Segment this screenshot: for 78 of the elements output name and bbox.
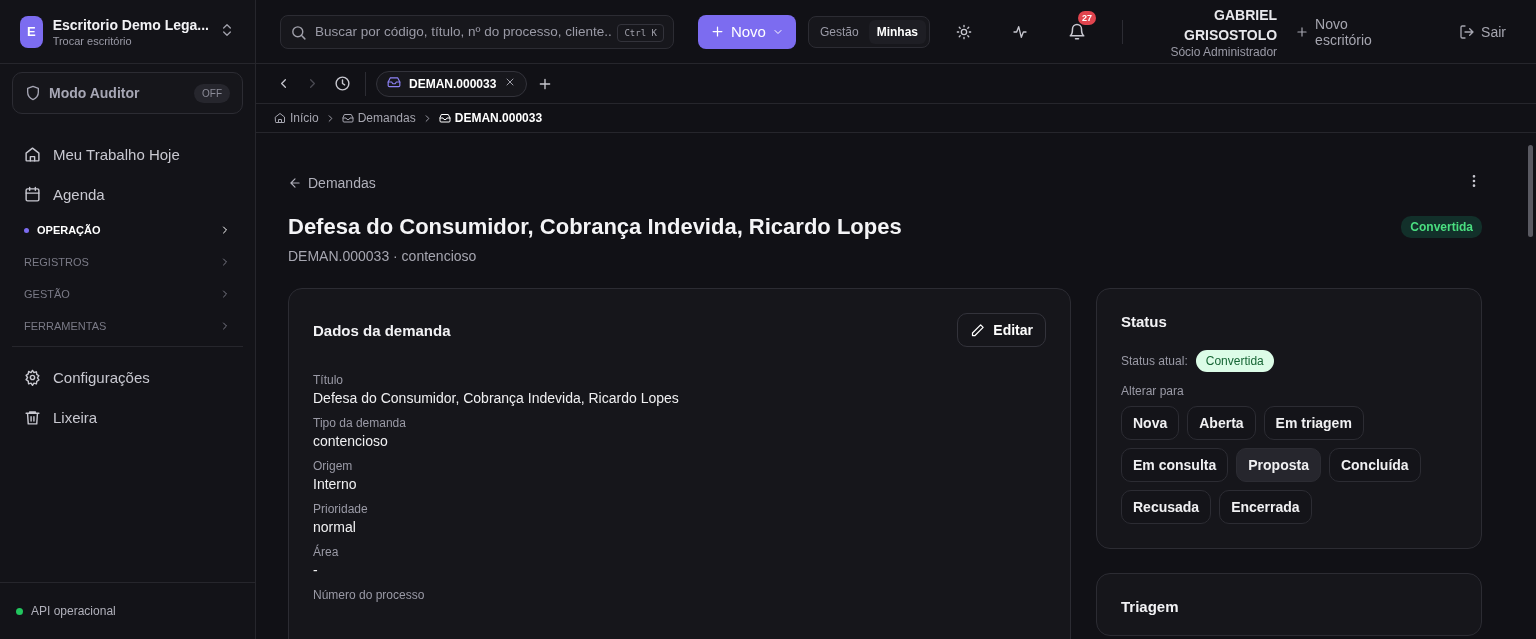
field-label: Prioridade	[313, 502, 369, 516]
status-option-button[interactable]: Aberta	[1187, 406, 1256, 440]
calendar-icon	[24, 185, 41, 203]
home-icon	[24, 145, 41, 163]
breadcrumb-link[interactable]: Início	[274, 111, 319, 125]
field-value: normal	[313, 519, 357, 535]
logout-icon	[1459, 23, 1476, 40]
status-option-button[interactable]: Encerrada	[1219, 490, 1312, 524]
toggle-switch[interactable]: OFF	[194, 83, 230, 103]
status-option-button[interactable]: Concluída	[1328, 448, 1421, 482]
pencil-icon	[970, 322, 986, 338]
field-label: Tipo da demanda	[313, 416, 407, 430]
scope-tab[interactable]: Gestão	[811, 19, 867, 44]
trash-icon	[24, 408, 41, 426]
auditor-mode-toggle[interactable]: Modo Auditor OFF	[12, 72, 243, 114]
user-name: GABRIEL GRISOSTOLO	[1183, 5, 1278, 45]
current-status-label: Status atual:	[1121, 354, 1188, 368]
inbox-icon	[387, 75, 401, 89]
card-title: Status	[1121, 313, 1168, 330]
status-option-button[interactable]: Em consulta	[1121, 448, 1229, 482]
page-title: Defesa do Consumidor, Cobrança Indevida, Ricardo Lopes	[288, 214, 902, 240]
field-label: Origem	[313, 459, 354, 473]
inbox-icon	[438, 112, 451, 124]
nav-section[interactable]: REGISTROS	[12, 246, 243, 278]
api-status-text: API operacional	[31, 604, 116, 618]
new-button[interactable]: Novo	[697, 14, 796, 49]
field-label: Área	[313, 545, 340, 559]
pulse-icon	[1012, 23, 1028, 40]
plus-icon	[709, 24, 725, 39]
sun-icon	[956, 23, 972, 40]
inbox-icon	[341, 112, 354, 124]
arrow-left-icon	[288, 175, 302, 190]
notification-count: 27	[1078, 10, 1096, 25]
nav-section[interactable]: GESTÃO	[12, 278, 243, 310]
org-name[interactable]: Escritorio Demo Lega...	[52, 16, 209, 33]
field-label: Número do processo	[313, 588, 426, 602]
change-status-label: Alterar para	[1121, 384, 1185, 398]
field-value: -	[313, 562, 319, 578]
logout-button[interactable]: Sair	[1453, 22, 1512, 41]
shortcut-hint: Ctrl K	[617, 23, 664, 42]
scope-tab[interactable]: Minhas	[868, 19, 926, 44]
switch-org-text[interactable]: Trocar escritório	[52, 34, 209, 47]
org-avatar[interactable]: E	[20, 15, 43, 48]
document-tab[interactable]: DEMAN.000033	[376, 70, 528, 97]
plus-icon	[1295, 24, 1310, 39]
status-option-button[interactable]: Nova	[1121, 406, 1180, 440]
status-badge: Convertida	[1401, 216, 1482, 238]
edit-button[interactable]: Editar	[957, 313, 1046, 347]
gear-icon	[24, 368, 41, 386]
card-title: Dados da demanda	[313, 321, 451, 339]
new-office-button[interactable]: Novo escritório	[1289, 14, 1392, 49]
home-icon	[274, 112, 286, 124]
field-value: contencioso	[313, 433, 389, 449]
nav-link[interactable]: Lixeira	[12, 397, 243, 437]
nav-link[interactable]: Meu Trabalho Hoje	[12, 134, 243, 174]
shield-icon	[25, 85, 41, 101]
current-status-badge: Convertida	[1195, 350, 1274, 372]
status-option-button[interactable]: Em triagem	[1263, 406, 1364, 440]
bell-icon	[1068, 22, 1086, 41]
field-value: Interno	[313, 476, 358, 492]
field-label: Título	[313, 373, 344, 387]
scrollbar-thumb[interactable]	[1527, 145, 1533, 237]
status-option-button[interactable]: Proposta	[1236, 448, 1321, 482]
field-value: Defesa do Consumidor, Cobrança Indevida, Ricardo Lopes	[313, 390, 680, 406]
nav-link[interactable]: Agenda	[12, 174, 243, 214]
nav-section[interactable]: OPERAÇÃO	[12, 214, 243, 246]
breadcrumb-link[interactable]: Demandas	[341, 111, 416, 125]
nav-link[interactable]: Configurações	[12, 357, 243, 397]
auditor-label: Modo Auditor	[49, 85, 141, 101]
card-title: Triagem	[1121, 598, 1180, 615]
nav-section[interactable]: FERRAMENTAS	[12, 310, 243, 342]
page-subtitle: DEMAN.000033 · contencioso	[288, 248, 478, 264]
breadcrumb-link[interactable]: DEMAN.000033	[438, 111, 543, 125]
back-link[interactable]: Demandas	[288, 174, 376, 191]
search-icon	[290, 23, 307, 41]
clock-icon	[334, 75, 351, 92]
user-role: Sócio Administrador	[1170, 44, 1278, 59]
status-option-button[interactable]: Recusada	[1121, 490, 1212, 524]
